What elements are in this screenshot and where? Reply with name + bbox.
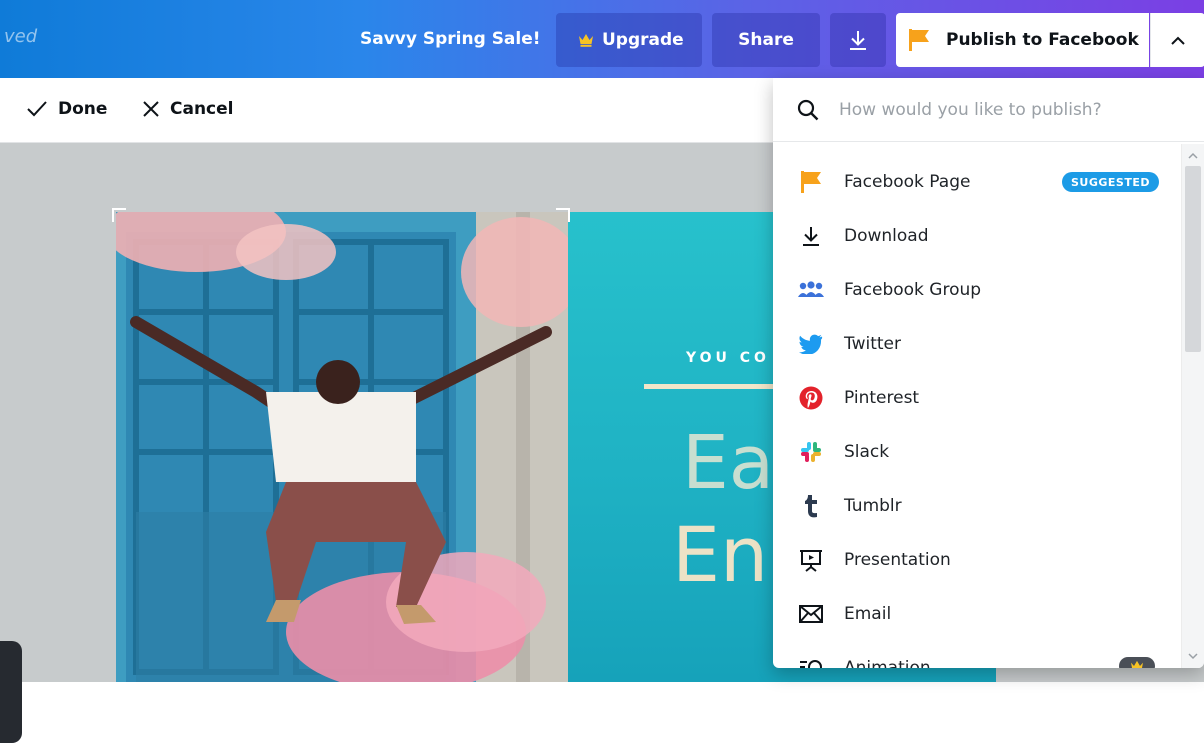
- publish-option-slack[interactable]: Slack: [773, 425, 1177, 479]
- publish-option-label: Slack: [844, 442, 890, 462]
- email-icon: [797, 600, 825, 628]
- search-icon: [797, 99, 819, 121]
- publish-option-label: Presentation: [844, 550, 951, 570]
- checkmark-icon: [26, 100, 58, 118]
- publish-option-label: Pinterest: [844, 388, 920, 408]
- publish-option-presentation[interactable]: Presentation: [773, 533, 1177, 587]
- publish-option-email[interactable]: Email: [773, 587, 1177, 641]
- crown-icon: [578, 33, 594, 47]
- slack-icon: [797, 438, 825, 466]
- publish-option-label: Download: [844, 226, 929, 246]
- publish-search: [773, 78, 1204, 142]
- publish-option-tumblr[interactable]: Tumblr: [773, 479, 1177, 533]
- share-button[interactable]: Share: [712, 13, 820, 67]
- spring-sale-link[interactable]: Savvy Spring Sale!: [360, 29, 541, 49]
- crop-handle-top-right[interactable]: [556, 208, 570, 222]
- cancel-button[interactable]: Cancel: [142, 99, 233, 119]
- publish-option-pinterest[interactable]: Pinterest: [773, 371, 1177, 425]
- publish-option-animation[interactable]: Animation: [773, 641, 1177, 668]
- publish-option-label: Twitter: [844, 334, 901, 354]
- flag-icon: [908, 28, 930, 52]
- publish-option-label: Email: [844, 604, 892, 624]
- animation-icon: [797, 654, 825, 668]
- dropdown-scrollbar[interactable]: [1181, 144, 1204, 668]
- suggested-badge: SUGGESTED: [1062, 172, 1159, 192]
- publish-search-input[interactable]: [837, 98, 1171, 121]
- done-label: Done: [58, 99, 108, 119]
- flag-icon: [797, 168, 825, 196]
- scrollbar-thumb[interactable]: [1185, 166, 1201, 352]
- publish-dropdown: Facebook Page SUGGESTED Download Faceboo…: [773, 78, 1204, 668]
- pro-crown-badge: [1119, 657, 1155, 668]
- done-button[interactable]: Done: [26, 99, 107, 119]
- design-heading-line2[interactable]: En: [672, 510, 768, 599]
- download-button[interactable]: [830, 13, 886, 67]
- crown-icon: [1130, 660, 1144, 668]
- download-icon: [797, 222, 825, 250]
- crop-handle-top-left[interactable]: [112, 208, 126, 222]
- publish-option-label: Facebook Page: [844, 172, 971, 192]
- download-icon: [848, 29, 868, 51]
- share-label: Share: [738, 30, 794, 50]
- scroll-up-icon[interactable]: [1187, 150, 1199, 162]
- publish-option-facebook-page[interactable]: Facebook Page SUGGESTED: [773, 155, 1177, 209]
- group-icon: [797, 276, 825, 304]
- side-panel-handle[interactable]: [0, 641, 22, 743]
- publish-option-label: Animation: [844, 658, 931, 668]
- publish-option-facebook-group[interactable]: Facebook Group: [773, 263, 1177, 317]
- editor-top-bar: ved Savvy Spring Sale! Upgrade Share Pub…: [0, 0, 1204, 78]
- tumblr-icon: [797, 492, 825, 520]
- design-photo[interactable]: [116, 212, 568, 682]
- saved-status-text: ved: [4, 26, 38, 47]
- publish-label: Publish to Facebook: [946, 30, 1139, 50]
- design-kicker-text[interactable]: YOU CO: [686, 350, 770, 366]
- scroll-down-icon[interactable]: [1187, 650, 1199, 662]
- publish-menu-toggle[interactable]: [1150, 13, 1204, 67]
- cancel-label: Cancel: [170, 99, 234, 119]
- publish-option-twitter[interactable]: Twitter: [773, 317, 1177, 371]
- chevron-up-icon: [1171, 36, 1185, 45]
- upgrade-label: Upgrade: [602, 30, 684, 50]
- publish-option-label: Facebook Group: [844, 280, 982, 300]
- presentation-icon: [797, 546, 825, 574]
- upgrade-button[interactable]: Upgrade: [556, 13, 702, 67]
- publish-to-facebook-button[interactable]: Publish to Facebook: [896, 13, 1149, 67]
- publish-option-label: Tumblr: [844, 496, 902, 516]
- publish-option-download[interactable]: Download: [773, 209, 1177, 263]
- close-icon: [142, 100, 170, 118]
- twitter-icon: [797, 330, 825, 358]
- publish-options-list: Facebook Page SUGGESTED Download Faceboo…: [773, 155, 1177, 668]
- pinterest-icon: [797, 384, 825, 412]
